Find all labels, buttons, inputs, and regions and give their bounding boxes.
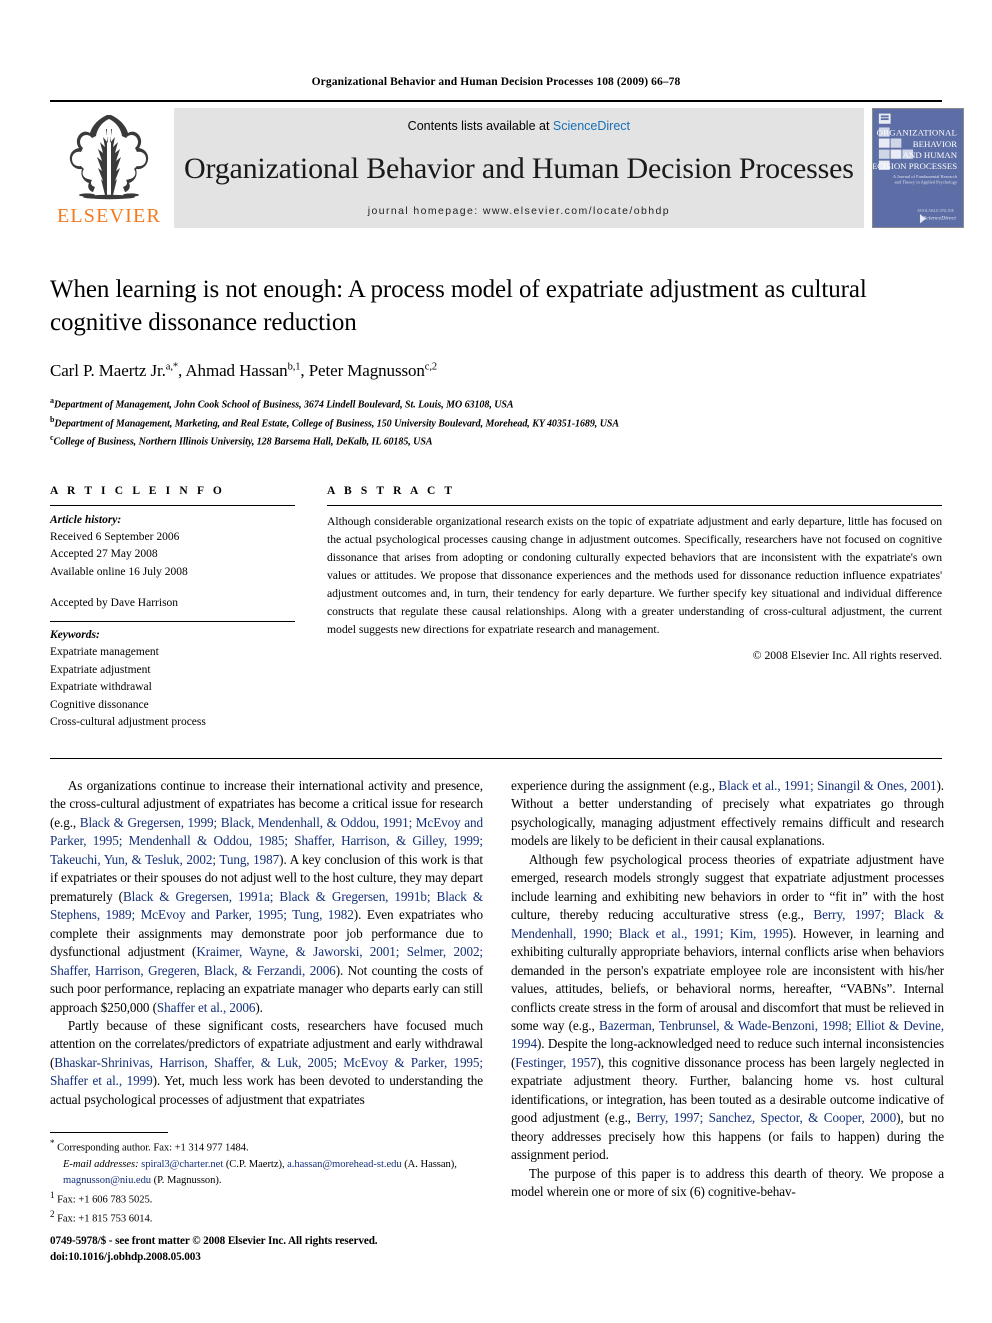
email-owner-1: (C.P. Maertz), <box>223 1158 288 1170</box>
article-available-online: Available online 16 July 2008 <box>50 565 188 578</box>
body-column-right: experience during the assignment (e.g., … <box>511 777 944 1202</box>
journal-masthead: ELSEVIER Contents lists available at Sci… <box>50 100 964 228</box>
footnote-1-text: Fax: +1 606 783 5025. <box>57 1194 153 1206</box>
footnote-1: 1 Fax: +1 606 783 5025. <box>50 1189 483 1209</box>
svg-text:BEHAVIOR: BEHAVIOR <box>913 139 958 149</box>
affiliation-marker: c <box>50 433 54 443</box>
contents-prefix: Contents lists available at <box>407 119 553 133</box>
email-owner-2: (A. Hassan), <box>401 1158 457 1170</box>
abstract-text: Although considerable organizational res… <box>327 514 942 637</box>
svg-text:ORGANIZATIONAL: ORGANIZATIONAL <box>876 128 956 138</box>
journal-homepage-line[interactable]: journal homepage: www.elsevier.com/locat… <box>368 205 670 217</box>
affiliation-marker: b <box>50 414 55 424</box>
footnote-marker-2: 2 <box>50 1209 55 1220</box>
footnote-list: * Corresponding author. Fax: +1 314 977 … <box>50 1133 483 1228</box>
article-history-label: Article history: <box>50 513 122 526</box>
svg-text:AND HUMAN: AND HUMAN <box>902 150 957 160</box>
article-info-body: Article history: Received 6 September 20… <box>50 506 295 613</box>
footnote-corresponding-text: Corresponding author. Fax: +1 314 977 14… <box>57 1142 249 1154</box>
abstract-copyright: © 2008 Elsevier Inc. All rights reserved… <box>752 649 942 663</box>
body-divider-rule <box>50 757 942 759</box>
title-block: When learning is not enough: A process m… <box>50 273 942 451</box>
journal-title: Organizational Behavior and Human Decisi… <box>184 152 854 185</box>
affiliation-item: aDepartment of Management, John Cook Sch… <box>50 396 514 411</box>
body-paragraph: The purpose of this paper is to address … <box>511 1165 944 1202</box>
doi-line: doi:10.1016/j.obhdp.2008.05.003 <box>50 1251 201 1264</box>
email-owner-3: (P. Magnusson). <box>151 1174 222 1186</box>
affiliation-item: bDepartment of Management, Marketing, an… <box>50 414 619 429</box>
author-affil-marker: b,1 <box>287 361 301 373</box>
citation-link[interactable]: Black et al., 1991; Sinangil & Ones, 200… <box>718 778 936 793</box>
affiliation-marker: a <box>50 396 54 405</box>
elsevier-logo: ELSEVIER <box>50 108 168 228</box>
keywords-label: Keywords: <box>50 628 100 641</box>
keywords-block: Keywords: Expatriate management Expatria… <box>50 622 295 732</box>
svg-text:AVAILABLE ONLINE: AVAILABLE ONLINE <box>917 209 955 213</box>
elsevier-tree-icon <box>69 115 149 200</box>
email-link-2[interactable]: a.hassan@morehead-st.edu <box>287 1159 402 1170</box>
sciencedirect-link[interactable]: ScienceDirect <box>553 119 630 133</box>
body-text: ). <box>255 999 263 1015</box>
info-abstract-section: A R T I C L E I N F O Article history: R… <box>50 485 942 732</box>
contents-available-line: Contents lists available at ScienceDirec… <box>408 119 630 133</box>
masthead-center-panel: Contents lists available at ScienceDirec… <box>174 108 864 228</box>
email-link-1[interactable]: spiral3@charter.net <box>141 1159 223 1170</box>
article-info-heading: A R T I C L E I N F O <box>50 484 225 497</box>
journal-cover-thumbnail: ORGANIZATIONAL BEHAVIOR AND HUMAN DECISI… <box>871 108 964 228</box>
author-affil-marker: a,* <box>165 361 179 373</box>
article-received: Received 6 September 2006 <box>50 531 180 544</box>
email-link-3[interactable]: magnusson@niu.edu <box>63 1175 151 1186</box>
footnote-emails: E-mail addresses: spiral3@charter.net (C… <box>50 1157 483 1189</box>
issn-footer: 0749-5978/$ - see front matter © 2008 El… <box>50 1233 510 1265</box>
keyword-item: Expatriate adjustment <box>50 663 151 676</box>
issn-line: 0749-5978/$ - see front matter © 2008 El… <box>50 1235 378 1247</box>
citation-link[interactable]: Berry, 1997; Sanchez, Spector, & Cooper,… <box>636 1110 896 1125</box>
keyword-item: Expatriate withdrawal <box>50 681 152 694</box>
abstract-column: A B S T R A C T Although considerable or… <box>327 485 942 732</box>
svg-text:ScienceDirect: ScienceDirect <box>923 216 956 222</box>
keyword-item: Cognitive dissonance <box>50 698 149 711</box>
cover-artwork: ORGANIZATIONAL BEHAVIOR AND HUMAN DECISI… <box>872 109 963 227</box>
author-list: Carl P. Maertz Jr.a,*, Ahmad Hassanb,1, … <box>50 361 438 380</box>
keyword-item: Expatriate management <box>50 646 159 659</box>
elsevier-wordmark: ELSEVIER <box>56 205 162 227</box>
page-title: When learning is not enough: A process m… <box>50 276 867 336</box>
body-text: experience during the assignment (e.g., <box>511 777 719 793</box>
svg-text:A Journal of Fundamental Resea: A Journal of Fundamental Research <box>893 174 958 179</box>
body-text: The purpose of this paper is to address … <box>511 1165 944 1200</box>
running-head: Organizational Behavior and Human Decisi… <box>311 76 681 88</box>
footnote-corresponding-author: * Corresponding author. Fax: +1 314 977 … <box>50 1137 483 1157</box>
affiliation-list: aDepartment of Management, John Cook Sch… <box>50 395 942 451</box>
author-affil-marker: c,2 <box>424 361 438 373</box>
footnote-marker-1: 1 <box>50 1189 55 1200</box>
body-paragraph: Partly because of these significant cost… <box>50 1017 483 1109</box>
footnotes-block: * Corresponding author. Fax: +1 314 977 … <box>50 1132 483 1228</box>
citation-link[interactable]: Shaffer et al., 2006 <box>157 1000 256 1015</box>
article-accepted-by: Accepted by Dave Harrison <box>50 597 179 610</box>
body-paragraph: As organizations continue to increase th… <box>50 777 483 1017</box>
body-text: ). However, in learning and exhibiting c… <box>511 925 944 1033</box>
svg-text:DECISION PROCESSES: DECISION PROCESSES <box>873 161 957 171</box>
footnote-2-text: Fax: +1 815 753 6014. <box>57 1213 153 1225</box>
body-paragraph: experience during the assignment (e.g., … <box>511 777 944 851</box>
article-accepted: Accepted 27 May 2008 <box>50 548 158 561</box>
paper-page: Organizational Behavior and Human Decisi… <box>0 0 992 1323</box>
svg-text:and Theory in Applied Psycholo: and Theory in Applied Psychology <box>894 180 957 185</box>
abstract-heading: A B S T R A C T <box>327 484 456 497</box>
affiliation-item: cCollege of Business, Northern Illinois … <box>50 433 433 448</box>
footnote-marker-asterisk: * <box>50 1138 55 1148</box>
footnote-2: 2 Fax: +1 815 753 6014. <box>50 1208 483 1228</box>
keyword-item: Cross-cultural adjustment process <box>50 716 206 729</box>
article-info-column: A R T I C L E I N F O Article history: R… <box>50 485 295 732</box>
citation-link[interactable]: Festinger, 1957 <box>515 1055 596 1070</box>
body-paragraph: Although few psychological process theor… <box>511 851 944 1165</box>
email-addresses-label: E-mail addresses: <box>63 1158 139 1170</box>
